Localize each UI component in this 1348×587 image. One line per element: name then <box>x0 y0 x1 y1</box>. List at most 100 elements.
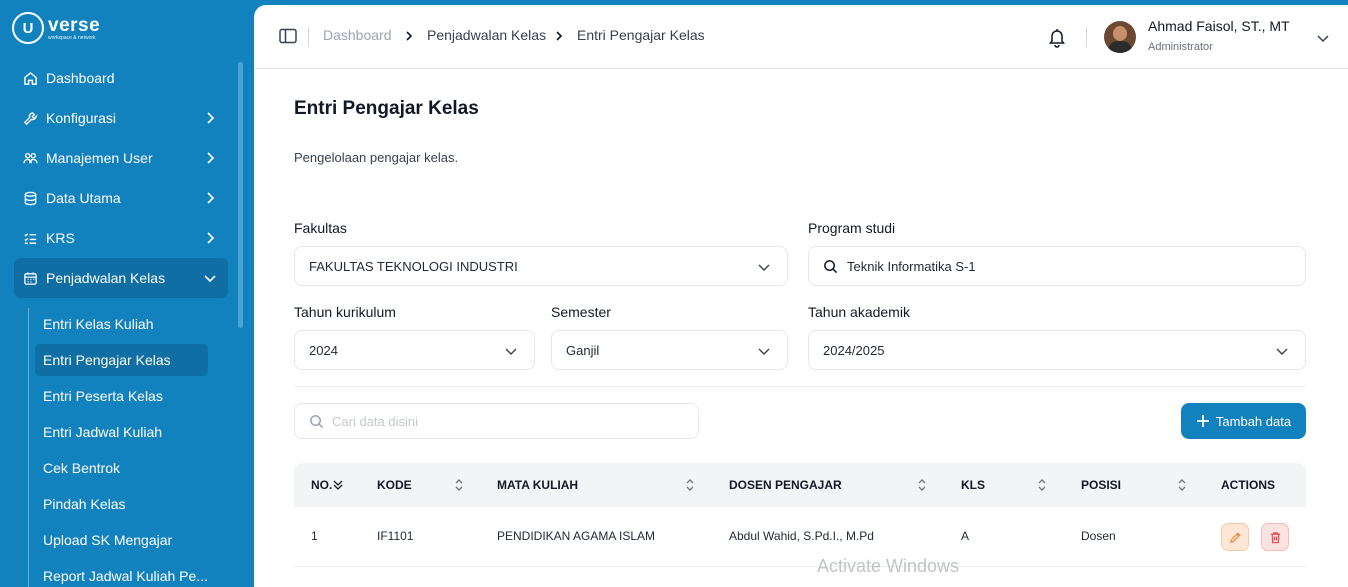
sidebar-item-dashboard[interactable]: Dashboard <box>14 58 228 98</box>
tahun-kurikulum-select[interactable]: 2024 <box>294 330 535 370</box>
pencil-icon <box>1229 531 1241 543</box>
chevron-right-icon <box>207 192 215 204</box>
sort-desc-icon[interactable] <box>333 478 343 492</box>
submenu-entri-kelas-kuliah[interactable]: Entri Kelas Kuliah <box>35 308 208 340</box>
chevron-right-icon <box>556 31 563 41</box>
submenu-entri-peserta-kelas[interactable]: Entri Peserta Kelas <box>35 380 208 412</box>
submenu-entri-pengajar-kelas[interactable]: Entri Pengajar Kelas <box>35 344 208 376</box>
chevron-down-icon <box>1276 348 1288 355</box>
table-row: 1 IF1101 PENDIDIKAN AGAMA ISLAM Abdul Wa… <box>294 507 1306 567</box>
program-studi-combobox[interactable]: Teknik Informatika S-1 <box>808 246 1306 286</box>
bell-icon[interactable] <box>1046 26 1068 48</box>
logo-mark: U <box>12 12 44 44</box>
cell-kls: A <box>961 529 970 543</box>
semester-label: Semester <box>551 304 611 320</box>
wrench-icon <box>22 110 38 126</box>
submenu-upload-sk-mengajar[interactable]: Upload SK Mengajar <box>35 524 208 556</box>
chevron-right-icon <box>406 31 413 41</box>
sidebar-item-label: Penjadwalan Kelas <box>46 270 166 286</box>
semester-select[interactable]: Ganjil <box>551 330 788 370</box>
cell-kode: IF1101 <box>377 529 414 543</box>
search-icon <box>310 414 324 428</box>
sidebar-scrollbar[interactable] <box>238 62 243 328</box>
home-icon <box>22 70 38 86</box>
data-table: NO. KODE MATA KULIAH DOSEN PENGAJAR KLS … <box>294 463 1306 567</box>
tahun-akademik-label: Tahun akademik <box>808 304 910 320</box>
sidebar-item-data-utama[interactable]: Data Utama <box>14 178 228 218</box>
sort-icon[interactable] <box>1177 478 1187 492</box>
cell-posisi: Dosen <box>1081 529 1116 543</box>
page-description: Pengelolaan pengajar kelas. <box>294 150 459 165</box>
column-header-no[interactable]: NO. <box>311 478 332 492</box>
tahun-akademik-select[interactable]: 2024/2025 <box>808 330 1306 370</box>
column-header-mata-kuliah[interactable]: MATA KULIAH <box>497 478 578 492</box>
tahun-akademik-value: 2024/2025 <box>823 342 885 358</box>
sidebar-item-label: KRS <box>46 230 75 246</box>
section-divider <box>294 386 1306 387</box>
search-input[interactable] <box>332 413 672 429</box>
submenu-cek-bentrok[interactable]: Cek Bentrok <box>35 452 208 484</box>
sidebar-item-label: Konfigurasi <box>46 110 117 126</box>
logo-tagline: workspace & network <box>48 34 96 41</box>
column-header-posisi[interactable]: POSISI <box>1081 478 1121 492</box>
cell-dosen: Abdul Wahid, S.Pd.I., M.Pd <box>729 529 874 543</box>
plus-icon <box>1196 415 1209 427</box>
search-icon <box>824 259 838 273</box>
users-icon <box>22 150 38 166</box>
chevron-down-icon[interactable] <box>1316 31 1330 45</box>
tahun-kurikulum-label: Tahun kurikulum <box>294 304 396 320</box>
chevron-down-icon <box>505 348 517 355</box>
cell-mata-kuliah: PENDIDIKAN AGAMA ISLAM <box>497 529 656 543</box>
database-icon <box>22 190 38 206</box>
column-header-dosen-pengajar[interactable]: DOSEN PENGAJAR <box>729 478 842 492</box>
sort-icon[interactable] <box>1037 478 1047 492</box>
breadcrumb-dashboard[interactable]: Dashboard <box>323 27 392 43</box>
search-box[interactable] <box>294 403 699 439</box>
sidebar-item-krs[interactable]: KRS <box>14 218 228 258</box>
sidebar-item-manajemen-user[interactable]: Manajemen User <box>14 138 228 178</box>
chevron-right-icon <box>207 152 215 164</box>
sidebar-item-label: Data Utama <box>46 190 121 206</box>
breadcrumb-penjadwalan-kelas[interactable]: Penjadwalan Kelas <box>427 27 546 43</box>
user-name[interactable]: Ahmad Faisol, ST., MT <box>1148 18 1290 34</box>
topbar: Dashboard Penjadwalan Kelas Entri Pengaj… <box>254 5 1348 69</box>
sidebar-item-konfigurasi[interactable]: Konfigurasi <box>14 98 228 138</box>
main-panel: Dashboard Penjadwalan Kelas Entri Pengaj… <box>254 5 1348 587</box>
user-role: Administrator <box>1148 41 1213 53</box>
chevron-right-icon <box>207 112 215 124</box>
breadcrumb-separator-line <box>308 27 309 47</box>
submenu-pindah-kelas[interactable]: Pindah Kelas <box>35 488 208 520</box>
submenu-report-jadwal-kuliah[interactable]: Report Jadwal Kuliah Pe... <box>35 560 208 587</box>
semester-value: Ganjil <box>566 342 600 358</box>
delete-button[interactable] <box>1261 523 1289 551</box>
logo-word: verse <box>48 14 101 36</box>
edit-button[interactable] <box>1221 523 1249 551</box>
sort-icon[interactable] <box>685 478 695 492</box>
fakultas-select[interactable]: FAKULTAS TEKNOLOGI INDUSTRI <box>294 246 788 286</box>
column-header-kls[interactable]: KLS <box>961 478 985 492</box>
table-header: NO. KODE MATA KULIAH DOSEN PENGAJAR KLS … <box>294 463 1306 507</box>
add-data-button[interactable]: Tambah data <box>1181 403 1306 439</box>
sidebar-toggle-icon[interactable] <box>279 28 297 44</box>
avatar[interactable] <box>1104 21 1136 53</box>
add-data-label: Tambah data <box>1215 413 1292 429</box>
chevron-down-icon <box>204 275 216 283</box>
chevron-down-icon <box>758 264 770 271</box>
sidebar-item-label: Dashboard <box>46 70 115 86</box>
column-header-actions: ACTIONS <box>1221 478 1275 492</box>
cell-no: 1 <box>311 529 318 543</box>
tahun-kurikulum-value: 2024 <box>309 342 338 358</box>
windows-activation-watermark: Activate Windows <box>817 556 960 576</box>
sort-icon[interactable] <box>454 478 464 492</box>
submenu-entri-jadwal-kuliah[interactable]: Entri Jadwal Kuliah <box>35 416 208 448</box>
trash-icon <box>1270 531 1280 543</box>
page-title: Entri Pengajar Kelas <box>294 98 479 119</box>
sidebar-item-label: Manajemen User <box>46 150 153 166</box>
program-studi-value: Teknik Informatika S-1 <box>847 258 976 274</box>
app-logo[interactable]: U verse workspace & network <box>12 12 100 44</box>
breadcrumb-current: Entri Pengajar Kelas <box>577 27 705 43</box>
sidebar-item-penjadwalan-kelas[interactable]: Penjadwalan Kelas <box>14 258 228 298</box>
fakultas-value: FAKULTAS TEKNOLOGI INDUSTRI <box>309 258 518 274</box>
sort-icon[interactable] <box>917 478 927 492</box>
column-header-kode[interactable]: KODE <box>377 478 412 492</box>
